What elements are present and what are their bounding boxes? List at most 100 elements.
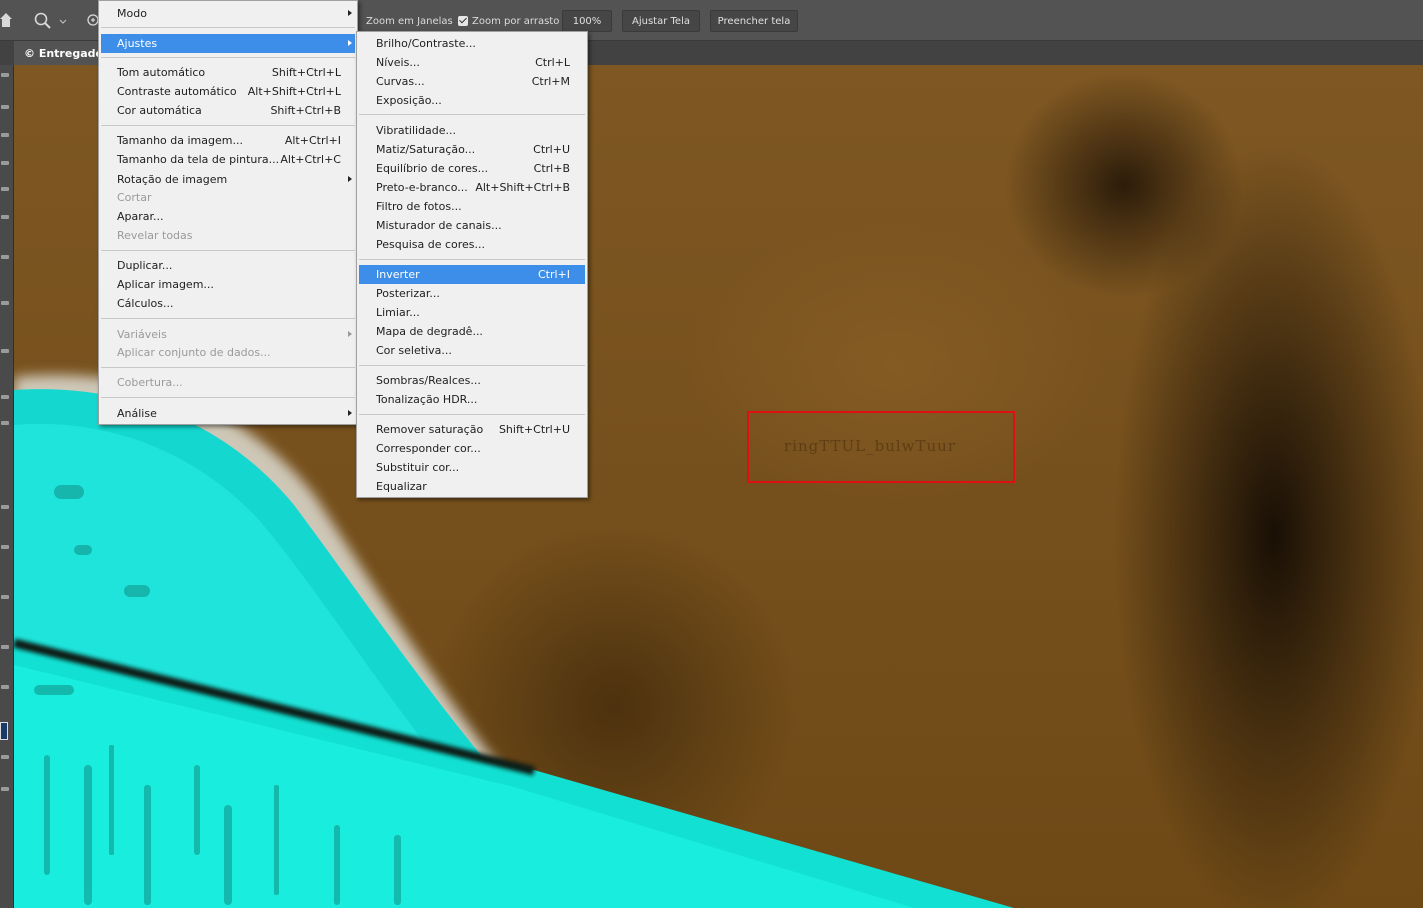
submenu-item-corresponder-cor[interactable]: Corresponder cor... xyxy=(359,439,585,458)
menu-shortcut: Alt+Shift+Ctrl+B xyxy=(475,181,570,194)
submenu-item-curvas[interactable]: Curvas... Ctrl+M xyxy=(359,72,585,91)
tool-icon[interactable] xyxy=(1,161,9,165)
menu-item-label: Tom automático xyxy=(117,66,206,79)
submenu-arrow-icon xyxy=(348,410,352,416)
foreground-color-swatch[interactable] xyxy=(0,722,8,740)
menu-item-label: Aplicar imagem... xyxy=(117,278,214,291)
zoom-in-icon[interactable] xyxy=(86,11,98,31)
menu-item-modo[interactable]: Modo xyxy=(101,4,355,23)
menu-separator xyxy=(101,397,355,398)
submenu-item-inverter[interactable]: Inverter Ctrl+I xyxy=(359,265,585,284)
menu-item-cor-automatica[interactable]: Cor automática Shift+Ctrl+B xyxy=(101,101,355,120)
tool-icon[interactable] xyxy=(1,595,9,599)
tool-icon[interactable] xyxy=(1,255,9,259)
tool-icon[interactable] xyxy=(1,787,9,791)
menu-shortcut: Shift+Ctrl+L xyxy=(271,66,341,79)
tools-panel xyxy=(0,65,14,908)
image-menu: Modo Ajustes Tom automático Shift+Ctrl+L… xyxy=(98,0,358,425)
submenu-item-matiz-saturacao[interactable]: Matiz/Saturação... Ctrl+U xyxy=(359,140,585,159)
submenu-item-misturador-canais[interactable]: Misturador de canais... xyxy=(359,216,585,235)
menu-item-aplicar-imagem[interactable]: Aplicar imagem... xyxy=(101,275,355,294)
submenu-item-exposicao[interactable]: Exposição... xyxy=(359,91,585,110)
menu-separator xyxy=(101,318,355,319)
fill-screen-button[interactable]: Preencher tela xyxy=(710,10,798,32)
menu-shortcut: Ctrl+L xyxy=(535,56,570,69)
menu-item-label: Aplicar conjunto de dados... xyxy=(117,346,271,359)
tool-icon[interactable] xyxy=(1,755,9,759)
submenu-item-equilibrio-cores[interactable]: Equilíbrio de cores... Ctrl+B xyxy=(359,159,585,178)
tool-icon[interactable] xyxy=(1,105,9,109)
tool-icon[interactable] xyxy=(1,215,9,219)
submenu-item-limiar[interactable]: Limiar... xyxy=(359,303,585,322)
menu-item-rotacao-imagem[interactable]: Rotação de imagem xyxy=(101,170,355,189)
menu-shortcut: Ctrl+I xyxy=(537,268,570,281)
menu-item-tamanho-tela[interactable]: Tamanho da tela de pintura... Alt+Ctrl+C xyxy=(101,150,355,169)
submenu-item-posterizar[interactable]: Posterizar... xyxy=(359,284,585,303)
menu-separator xyxy=(101,367,355,368)
submenu-item-niveis[interactable]: Níveis... Ctrl+L xyxy=(359,53,585,72)
submenu-item-substituir-cor[interactable]: Substituir cor... xyxy=(359,458,585,477)
zoom-all-windows-label: Zoom em Janelas xyxy=(366,15,453,27)
scrubby-zoom-checkbox[interactable]: Zoom por arrasto xyxy=(458,14,559,28)
submenu-item-mapa-degrade[interactable]: Mapa de degradê... xyxy=(359,322,585,341)
submenu-item-tonalizacao-hdr[interactable]: Tonalização HDR... xyxy=(359,390,585,409)
menu-separator xyxy=(101,27,355,28)
tool-icon[interactable] xyxy=(1,395,9,399)
checkbox-checked-icon[interactable] xyxy=(458,16,468,26)
menu-item-tom-automatico[interactable]: Tom automático Shift+Ctrl+L xyxy=(101,63,355,82)
tool-icon[interactable] xyxy=(1,421,9,425)
menu-item-label: Exposição... xyxy=(376,94,442,107)
menu-separator xyxy=(359,114,585,115)
menu-item-label: Misturador de canais... xyxy=(376,219,502,232)
fit-screen-button[interactable]: Ajustar Tela xyxy=(622,10,700,32)
magnifier-icon[interactable] xyxy=(33,11,71,31)
menu-item-label: Substituir cor... xyxy=(376,461,460,474)
menu-separator xyxy=(359,259,585,260)
menu-item-label: Duplicar... xyxy=(117,259,173,272)
submenu-item-pesquisa-cores[interactable]: Pesquisa de cores... xyxy=(359,235,585,254)
adjustments-submenu: Brilho/Contraste... Níveis... Ctrl+L Cur… xyxy=(356,31,588,498)
menu-item-label: Sombras/Realces... xyxy=(376,374,481,387)
tool-icon[interactable] xyxy=(1,545,9,549)
tool-icon[interactable] xyxy=(1,133,9,137)
submenu-item-cor-seletiva[interactable]: Cor seletiva... xyxy=(359,341,585,360)
menu-item-tamanho-imagem[interactable]: Tamanho da imagem... Alt+Ctrl+I xyxy=(101,131,355,150)
menu-item-calculos[interactable]: Cálculos... xyxy=(101,294,355,313)
submenu-item-equalizar[interactable]: Equalizar xyxy=(359,477,585,496)
menu-item-label: Cor seletiva... xyxy=(376,344,452,357)
submenu-item-sombras-realces[interactable]: Sombras/Realces... xyxy=(359,371,585,390)
submenu-item-vibratilidade[interactable]: Vibratilidade... xyxy=(359,121,585,140)
submenu-item-remover-saturacao[interactable]: Remover saturação Shift+Ctrl+U xyxy=(359,420,585,439)
tool-icon[interactable] xyxy=(1,645,9,649)
zoom-all-windows-option[interactable]: Zoom em Janelas xyxy=(366,14,453,28)
tool-icon[interactable] xyxy=(1,187,9,191)
menu-item-label: Mapa de degradê... xyxy=(376,325,483,338)
menu-item-duplicar[interactable]: Duplicar... xyxy=(101,256,355,275)
zoom-level-field[interactable]: 100% xyxy=(562,10,612,32)
menu-item-label: Curvas... xyxy=(376,75,425,88)
submenu-item-brilho-contraste[interactable]: Brilho/Contraste... xyxy=(359,34,585,53)
menu-item-analise[interactable]: Análise xyxy=(101,404,355,423)
menu-separator xyxy=(101,57,355,58)
menu-item-label: Níveis... xyxy=(376,56,420,69)
menu-shortcut: Ctrl+B xyxy=(533,162,570,175)
menu-item-label: Cobertura... xyxy=(117,376,183,389)
submenu-item-preto-branco[interactable]: Preto-e-branco... Alt+Shift+Ctrl+B xyxy=(359,178,585,197)
tool-icon[interactable] xyxy=(1,505,9,509)
submenu-item-filtro-fotos[interactable]: Filtro de fotos... xyxy=(359,197,585,216)
menu-item-label: Brilho/Contraste... xyxy=(376,37,476,50)
menu-item-label: Ajustes xyxy=(117,37,158,50)
tool-icon[interactable] xyxy=(1,685,9,689)
menu-separator xyxy=(359,365,585,366)
menu-item-aparar[interactable]: Aparar... xyxy=(101,207,355,226)
menu-item-ajustes[interactable]: Ajustes xyxy=(101,34,355,53)
menu-item-label: Remover saturação xyxy=(376,423,484,436)
menu-item-contraste-automatico[interactable]: Contraste automático Alt+Shift+Ctrl+L xyxy=(101,82,355,101)
tool-icon[interactable] xyxy=(1,73,9,77)
home-icon[interactable] xyxy=(0,12,12,28)
menu-item-cortar: Cortar xyxy=(101,188,355,207)
submenu-arrow-icon xyxy=(348,331,352,337)
tool-icon[interactable] xyxy=(1,349,9,353)
menu-separator xyxy=(359,414,585,415)
tool-icon[interactable] xyxy=(1,301,9,305)
